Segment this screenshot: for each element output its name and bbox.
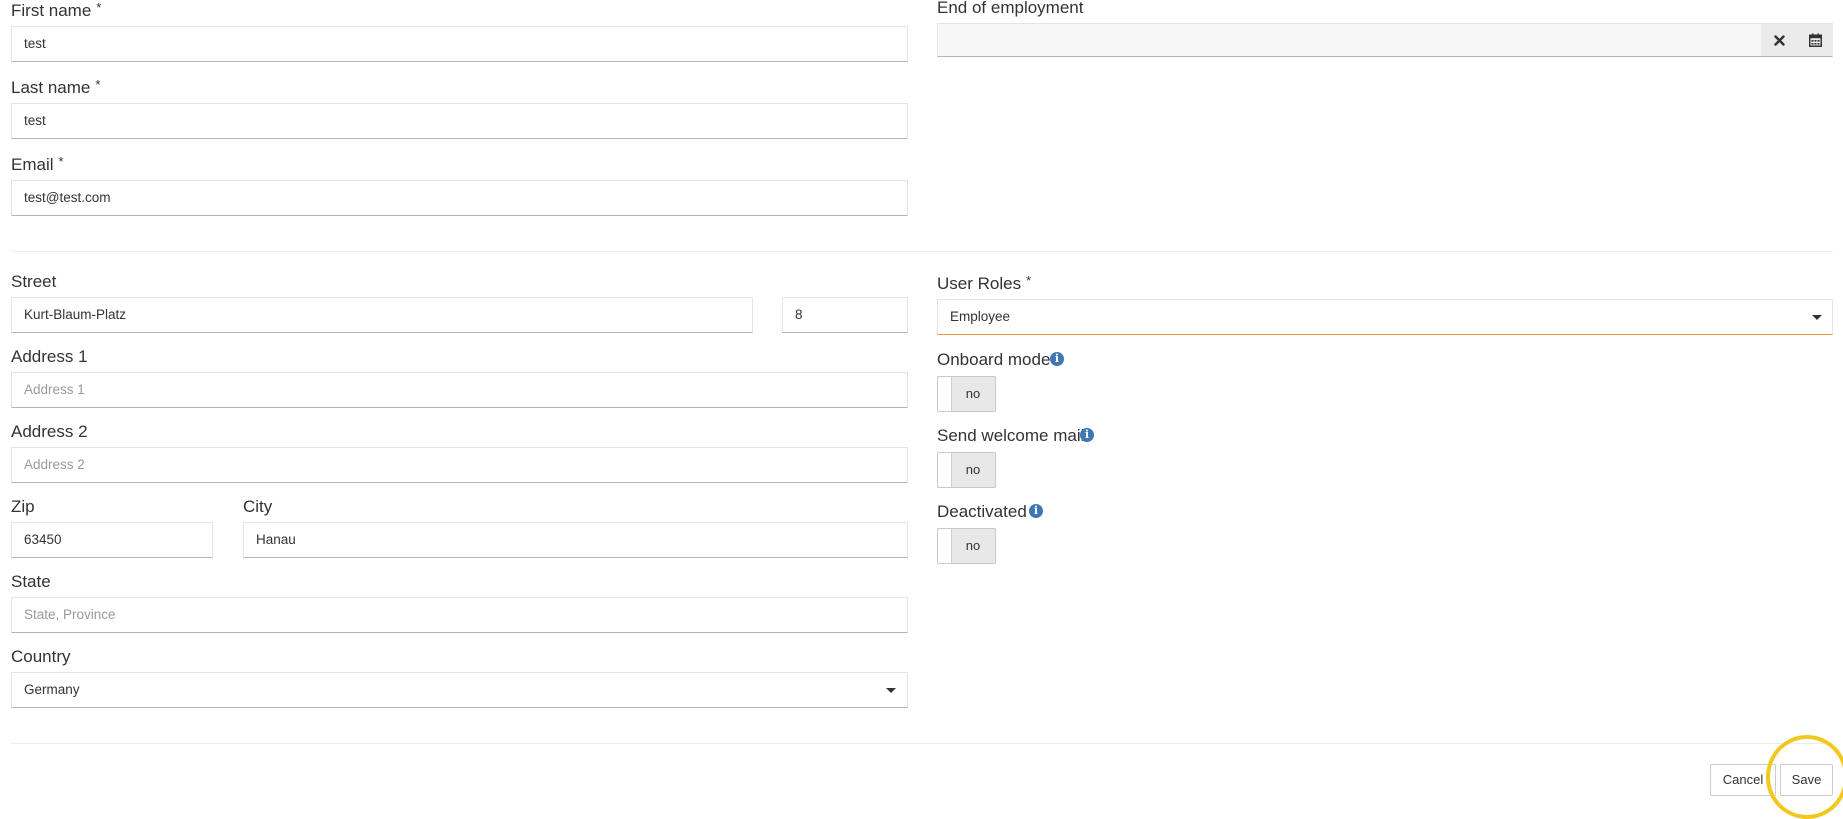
city-input[interactable]: Hanau — [243, 522, 908, 558]
user-roles-label: User Roles * — [937, 273, 1032, 293]
calendar-icon — [1808, 33, 1822, 47]
email-label: Email * — [11, 154, 64, 174]
address1-label: Address 1 — [11, 347, 88, 366]
toggle-value: no — [965, 462, 981, 477]
toggle-knob — [938, 453, 952, 487]
city-label: City — [243, 497, 273, 516]
street-label: Street — [11, 272, 57, 291]
end-of-employment-input[interactable] — [937, 23, 1833, 57]
country-select-value: Germany — [24, 682, 80, 697]
last-name-input[interactable]: test — [11, 103, 908, 139]
address2-label: Address 2 — [11, 422, 88, 441]
user-roles-select-value: Employee — [950, 309, 1011, 324]
street-input[interactable]: Kurt-Blaum-Platz — [11, 297, 753, 333]
toggle-value: no — [965, 538, 981, 553]
section-divider — [11, 251, 1833, 252]
onboard-mode-label: Onboard mode — [937, 350, 1051, 369]
state-input[interactable]: State, Province — [11, 597, 908, 633]
footer-divider — [11, 743, 1833, 744]
deactivated-toggle[interactable]: no — [937, 528, 996, 564]
chevron-down-icon — [1812, 315, 1822, 320]
country-select[interactable]: Germany — [11, 672, 908, 708]
clear-date-button[interactable] — [1761, 24, 1797, 56]
info-icon[interactable]: i — [1080, 428, 1094, 442]
user-roles-select[interactable]: Employee — [937, 299, 1833, 335]
address2-input[interactable]: Address 2 — [11, 447, 908, 483]
onboard-mode-toggle[interactable]: no — [937, 376, 996, 412]
deactivated-label: Deactivated — [937, 502, 1027, 521]
toggle-knob — [938, 377, 952, 411]
zip-label: Zip — [11, 497, 35, 516]
address1-input[interactable]: Address 1 — [11, 372, 908, 408]
send-welcome-mail-toggle[interactable]: no — [937, 452, 996, 488]
send-welcome-mail-label: Send welcome mail — [937, 426, 1085, 445]
cancel-button[interactable]: Cancel — [1710, 764, 1776, 796]
toggle-knob — [938, 529, 952, 563]
toggle-value: no — [965, 386, 981, 401]
state-label: State — [11, 572, 51, 591]
zip-input[interactable]: 63450 — [11, 522, 213, 558]
house-number-input[interactable]: 8 — [782, 297, 908, 333]
last-name-label: Last name * — [11, 77, 101, 97]
first-name-label: First name * — [11, 0, 102, 20]
info-icon[interactable]: i — [1029, 504, 1043, 518]
close-icon — [1773, 34, 1785, 46]
save-button[interactable]: Save — [1780, 764, 1833, 796]
info-icon[interactable]: i — [1050, 352, 1064, 366]
calendar-button[interactable] — [1797, 24, 1833, 56]
chevron-down-icon — [886, 688, 896, 693]
end-of-employment-label: End of employment — [937, 0, 1084, 17]
country-label: Country — [11, 647, 71, 666]
email-input[interactable]: test@test.com — [11, 180, 908, 216]
first-name-input[interactable]: test — [11, 26, 908, 62]
